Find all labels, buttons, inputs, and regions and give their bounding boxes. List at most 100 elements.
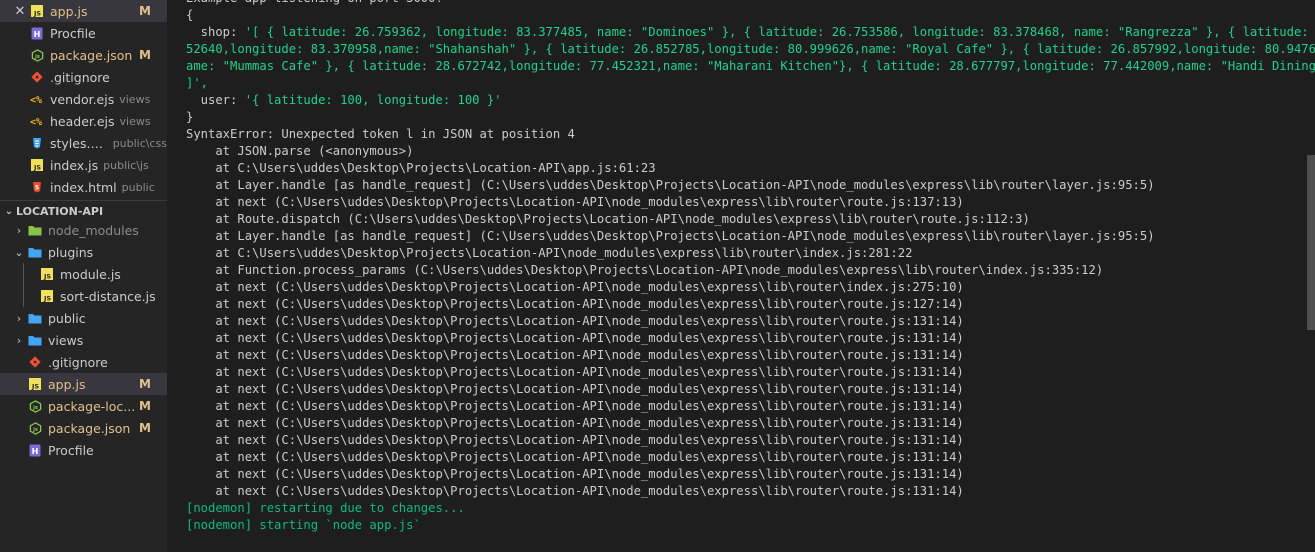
tree-folder[interactable]: › views [0,329,167,351]
terminal-line: at next (C:\Users\uddes\Desktop\Projects… [186,382,964,396]
svg-text:JS: JS [33,164,41,172]
svg-text:<%: <% [30,95,42,105]
file-name: package-loc... [48,398,136,414]
nodejs-icon: js [28,399,42,413]
terminal-line: at next (C:\Users\uddes\Desktop\Projects… [186,484,964,498]
terminal-line: at next (C:\Users\uddes\Desktop\Projects… [186,399,964,413]
file-name: plugins [48,244,94,260]
terminal-line: Example app listening on port 3000! [186,0,443,7]
svg-text:js: js [34,53,40,59]
file-name: styles.css [50,135,108,151]
terminal-line: at Layer.handle [as handle_request] (C:\… [186,178,1155,192]
svg-text:H: H [34,30,41,39]
nodejs-icon: js [30,48,44,62]
terminal-line: at Route.dispatch (C:\Users\uddes\Deskto… [186,212,1030,226]
terminal-line: ame: "Mummas Cafe" }, { latitude: 28.672… [186,59,1315,73]
file-path-hint: public\js [103,158,149,172]
heroku-icon: H [30,26,44,40]
open-editor-item[interactable]: .gitignore [0,66,167,88]
js-icon: JS [40,289,54,303]
section-title: LOCATION-API [16,204,104,218]
close-icon[interactable]: ✕ [14,4,26,19]
git-modified-badge: M [139,421,151,435]
terminal-scrollbar[interactable] [1307,155,1315,330]
git-icon [30,70,44,84]
file-name: .gitignore [50,69,110,85]
tree-file[interactable]: .gitignore [0,351,167,373]
terminal-line: } [186,110,194,124]
git-modified-badge: M [139,4,151,18]
file-name: public [48,310,86,326]
js-icon: JS [30,4,44,18]
tree-file[interactable]: H Procfile [0,439,167,461]
terminal-line: at next (C:\Users\uddes\Desktop\Projects… [186,416,964,430]
svg-text:JS: JS [43,273,51,281]
tree-file[interactable]: JS sort-distance.js [0,285,167,307]
tree-file[interactable]: JS module.js [0,263,167,285]
heroku-icon: H [28,443,42,457]
chevron-right-icon: › [16,223,22,237]
terminal-line: SyntaxError: Unexpected token l in JSON … [186,127,575,141]
terminal-line: user: '{ latitude: 100, longitude: 100 }… [186,93,502,107]
svg-text:H: H [32,447,39,456]
js-icon: JS [40,267,54,281]
file-name: app.js [50,3,88,19]
explorer-sidebar: ✕ JS app.js M H Procfile js package.json M .gitig… [0,0,167,552]
terminal-line: at next (C:\Users\uddes\Desktop\Projects… [186,331,964,345]
file-path-hint: views [119,92,151,106]
open-editor-item[interactable]: ✕ JS app.js M [0,0,167,22]
terminal-line: shop: '[ { latitude: 26.759362, longitud… [186,25,1315,39]
file-path-hint: public [121,180,155,194]
file-name: package.json [48,420,131,436]
chevron-right-icon: › [16,311,22,325]
svg-text:JS: JS [31,383,39,391]
folder-node-icon [28,223,42,237]
tree-folder[interactable]: ⌄ plugins [0,241,167,263]
terminal-panel[interactable]: Example app listening on port 3000!{ sho… [167,0,1315,552]
open-editor-item[interactable]: 5 index.html public [0,176,167,198]
tree-file[interactable]: js package-loc... M [0,395,167,417]
folder-plugins-icon [28,245,42,259]
file-name: Procfile [48,442,94,458]
ejs-icon: <% [30,92,44,106]
open-editor-item[interactable]: styles.css public\css [0,132,167,154]
folder-section-header[interactable]: ⌄ LOCATION-API [0,200,167,221]
file-name: sort-distance.js [60,288,156,304]
tree-folder[interactable]: › node_modules [0,219,167,241]
file-name: node_modules [48,222,139,238]
tree-folder[interactable]: › public [0,307,167,329]
svg-text:JS: JS [43,295,51,303]
terminal-line: at next (C:\Users\uddes\Desktop\Projects… [186,450,964,464]
terminal-line: 52640,longitude: 83.370958,name: "Shahan… [186,42,1315,56]
folder-public-icon [28,311,42,325]
terminal-line: at next (C:\Users\uddes\Desktop\Projects… [186,314,964,328]
terminal-line: at next (C:\Users\uddes\Desktop\Projects… [186,433,964,447]
svg-text:js: js [32,426,38,432]
svg-text:js: js [32,404,38,410]
tree-file[interactable]: js package.json M [0,417,167,439]
open-editor-item[interactable]: H Procfile [0,22,167,44]
git-modified-badge: M [139,377,151,391]
file-name: views [48,332,84,348]
terminal-line: at next (C:\Users\uddes\Desktop\Projects… [186,467,964,481]
terminal-line: ]', [186,76,209,90]
terminal-line: at next (C:\Users\uddes\Desktop\Projects… [186,195,964,209]
terminal-line: at C:\Users\uddes\Desktop\Projects\Locat… [186,246,913,260]
open-editor-item[interactable]: <% vendor.ejs views [0,88,167,110]
svg-text:5: 5 [35,185,39,192]
folder-views-icon [28,333,42,347]
git-modified-badge: M [139,399,151,413]
terminal-line: at C:\Users\uddes\Desktop\Projects\Locat… [186,161,656,175]
terminal-line: { [186,8,194,22]
open-editor-item[interactable]: js package.json M [0,44,167,66]
indent-guide [23,263,24,307]
open-editor-item[interactable]: <% header.ejs views [0,110,167,132]
file-name: index.html [50,179,117,195]
file-name: package.json [50,47,133,63]
open-editor-item[interactable]: JS index.js public\js [0,154,167,176]
ejs-icon: <% [30,114,44,128]
tree-file[interactable]: JS app.js M [0,373,167,395]
file-name: index.js [50,157,99,173]
file-name: header.ejs [50,113,115,129]
file-name: module.js [60,266,121,282]
